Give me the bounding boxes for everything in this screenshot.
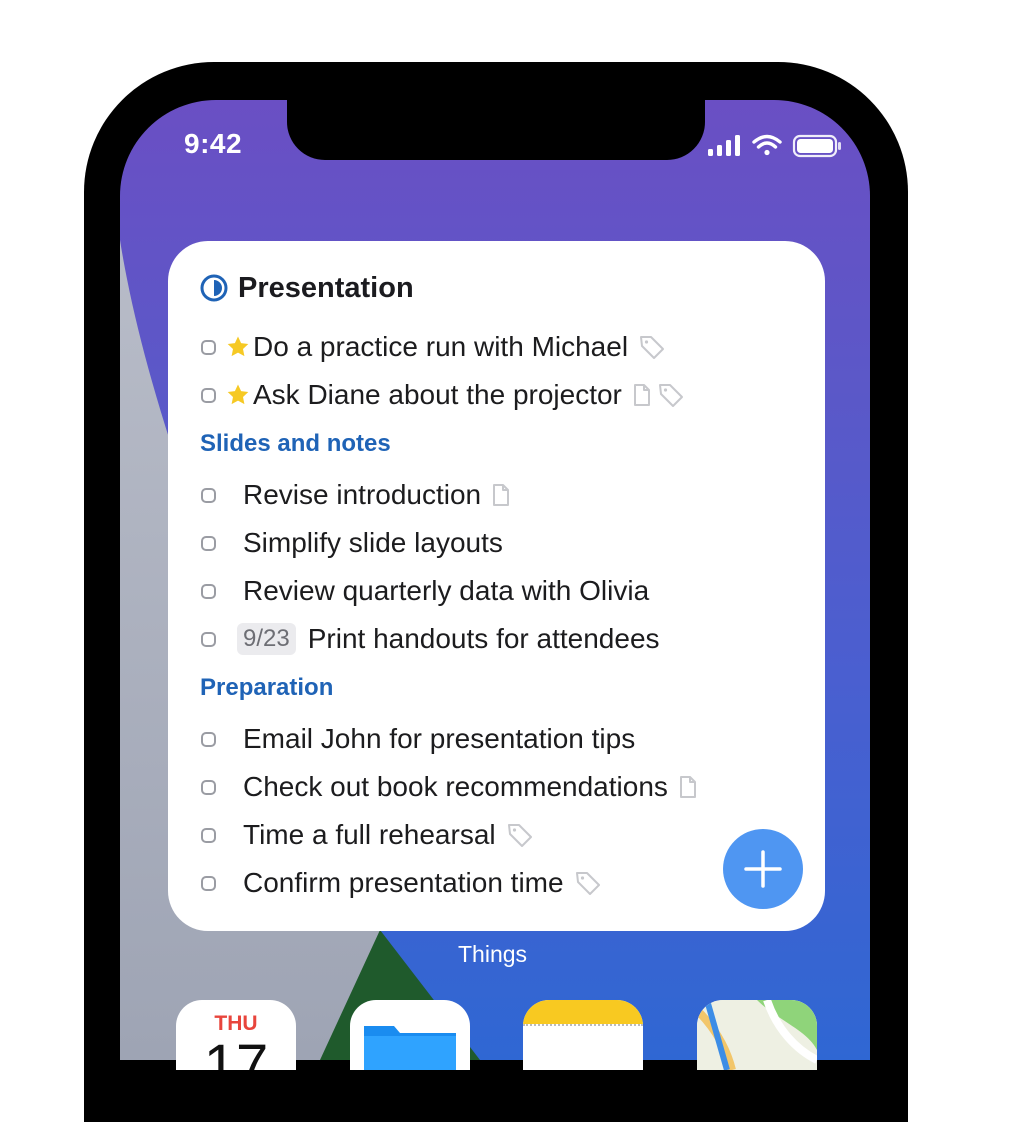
half-circle-icon — [200, 274, 228, 302]
star-icon — [226, 383, 250, 407]
calendar-day-number: 17 — [203, 1033, 269, 1071]
todo-item[interactable]: Review quarterly data with Olivia — [200, 573, 649, 609]
checkbox[interactable] — [201, 487, 216, 503]
checkbox[interactable] — [201, 875, 216, 891]
todo-label: Revise introduction — [243, 479, 482, 510]
checkbox[interactable] — [201, 827, 216, 843]
section-heading-preparation[interactable]: Preparation — [200, 674, 333, 702]
checkbox[interactable] — [201, 387, 216, 403]
todo-item[interactable]: Confirm presentation time — [200, 865, 602, 901]
widget-title[interactable]: Presentation — [200, 268, 414, 308]
checkbox[interactable] — [201, 583, 216, 599]
note-icon — [493, 484, 510, 506]
checkbox[interactable] — [201, 535, 216, 551]
wifi-icon — [752, 134, 782, 156]
tag-icon — [575, 872, 600, 895]
todo-label: Check out book recommendations — [243, 771, 668, 802]
todo-label: Time a full rehearsal — [243, 819, 496, 850]
todo-item[interactable]: Time a full rehearsal — [200, 817, 534, 853]
todo-label: Confirm presentation time — [243, 867, 564, 898]
todo-item[interactable]: Simplify slide layouts — [200, 525, 503, 561]
checkbox[interactable] — [201, 339, 216, 355]
todo-label: Email John for presentation tips — [243, 723, 636, 754]
todo-item[interactable]: Revise introduction — [200, 477, 511, 513]
plus-icon — [744, 850, 782, 888]
checkbox[interactable] — [201, 631, 216, 647]
project-title: Presentation — [238, 271, 414, 304]
note-icon — [633, 384, 650, 406]
todo-label: Review quarterly data with Olivia — [243, 575, 650, 606]
status-time: 9:42 — [184, 128, 243, 159]
checkbox[interactable] — [201, 731, 216, 747]
todo-label: Ask Diane about the projector — [253, 379, 622, 410]
tag-icon — [658, 384, 683, 407]
todo-label: Simplify slide layouts — [243, 527, 503, 558]
todo-item[interactable]: Do a practice run with Michael — [200, 329, 666, 365]
todo-item[interactable]: Email John for presentation tips — [200, 721, 635, 757]
tag-icon — [507, 824, 532, 847]
checkbox[interactable] — [201, 779, 216, 795]
todo-item[interactable]: 9/23 Print handouts for attendees — [200, 621, 660, 657]
section-heading-slides-and-notes[interactable]: Slides and notes — [200, 430, 391, 458]
battery-icon — [792, 134, 841, 158]
tag-icon — [640, 336, 665, 359]
notch — [287, 100, 705, 160]
add-todo-button[interactable] — [723, 829, 803, 909]
note-icon — [679, 776, 696, 798]
todo-label: Do a practice run with Michael — [253, 331, 629, 362]
todo-item[interactable]: Check out book recommendations — [200, 769, 698, 805]
signal-icon — [708, 135, 740, 156]
widget-app-label: Things — [458, 941, 528, 967]
todo-label: Print handouts for attendees — [307, 623, 660, 654]
todo-item[interactable]: Ask Diane about the projector — [200, 377, 685, 413]
date-badge: 9/23 — [237, 623, 296, 655]
status-icons — [706, 132, 842, 160]
star-icon — [226, 335, 250, 359]
